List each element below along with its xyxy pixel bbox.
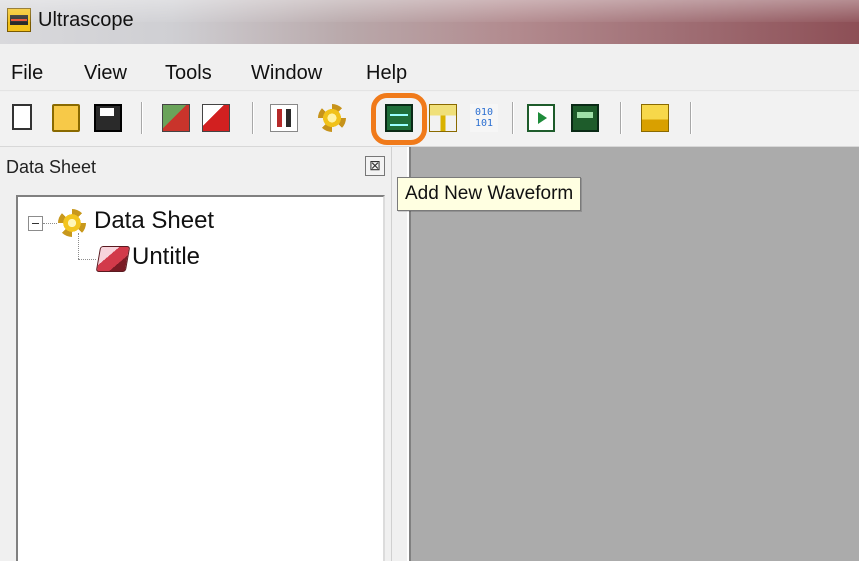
tooltip: Add New Waveform [397,177,582,211]
toolbar: 010 101 [0,92,859,147]
title-bar: Ultrascope [0,0,859,44]
data-sheet-pane: Data Sheet ⊠ Data Sheet Untitle [0,147,391,561]
document-stack-icon [95,246,131,272]
tree-collapse-toggle[interactable] [28,216,43,231]
play-capture-icon[interactable] [527,104,555,132]
pane-title: Data Sheet [6,157,97,177]
toolbar-separator [620,102,621,134]
disconnect-icon[interactable] [202,104,230,132]
waveform-export-icon[interactable] [571,104,599,132]
tree-connector [78,259,96,260]
toolbar-separator [690,102,691,134]
tree-connector [78,233,79,259]
binary-data-icon[interactable]: 010 101 [470,104,498,132]
tree-connector [43,223,57,224]
toolbar-separator [512,102,513,134]
menu-window[interactable]: Window [251,62,322,85]
new-file-icon[interactable] [12,104,32,130]
menu-bar: File View Tools Window Help [0,54,859,91]
open-folder-icon[interactable] [52,104,80,132]
debug-icon[interactable] [641,104,669,132]
menu-view[interactable]: View [84,62,127,85]
save-disk-icon[interactable] [94,104,122,132]
window-title: Ultrascope [38,9,134,31]
highlight-ring [371,93,427,145]
tree-node-item-label[interactable]: Untitle [132,243,200,271]
settings-gear-icon[interactable] [318,104,346,132]
menu-file[interactable]: File [11,62,43,85]
tree-node-root-label[interactable]: Data Sheet [94,207,214,235]
channel-tools-icon[interactable] [270,104,298,132]
menu-help[interactable]: Help [366,62,407,85]
app-icon [7,8,31,32]
gear-icon [58,209,86,237]
ruler-icon[interactable] [429,104,457,132]
toolbar-separator [141,102,142,134]
menu-tools[interactable]: Tools [165,62,212,85]
toolbar-separator [252,102,253,134]
connect-icon[interactable] [162,104,190,132]
tree-view[interactable]: Data Sheet Untitle [16,195,385,561]
close-icon[interactable]: ⊠ [365,156,385,176]
